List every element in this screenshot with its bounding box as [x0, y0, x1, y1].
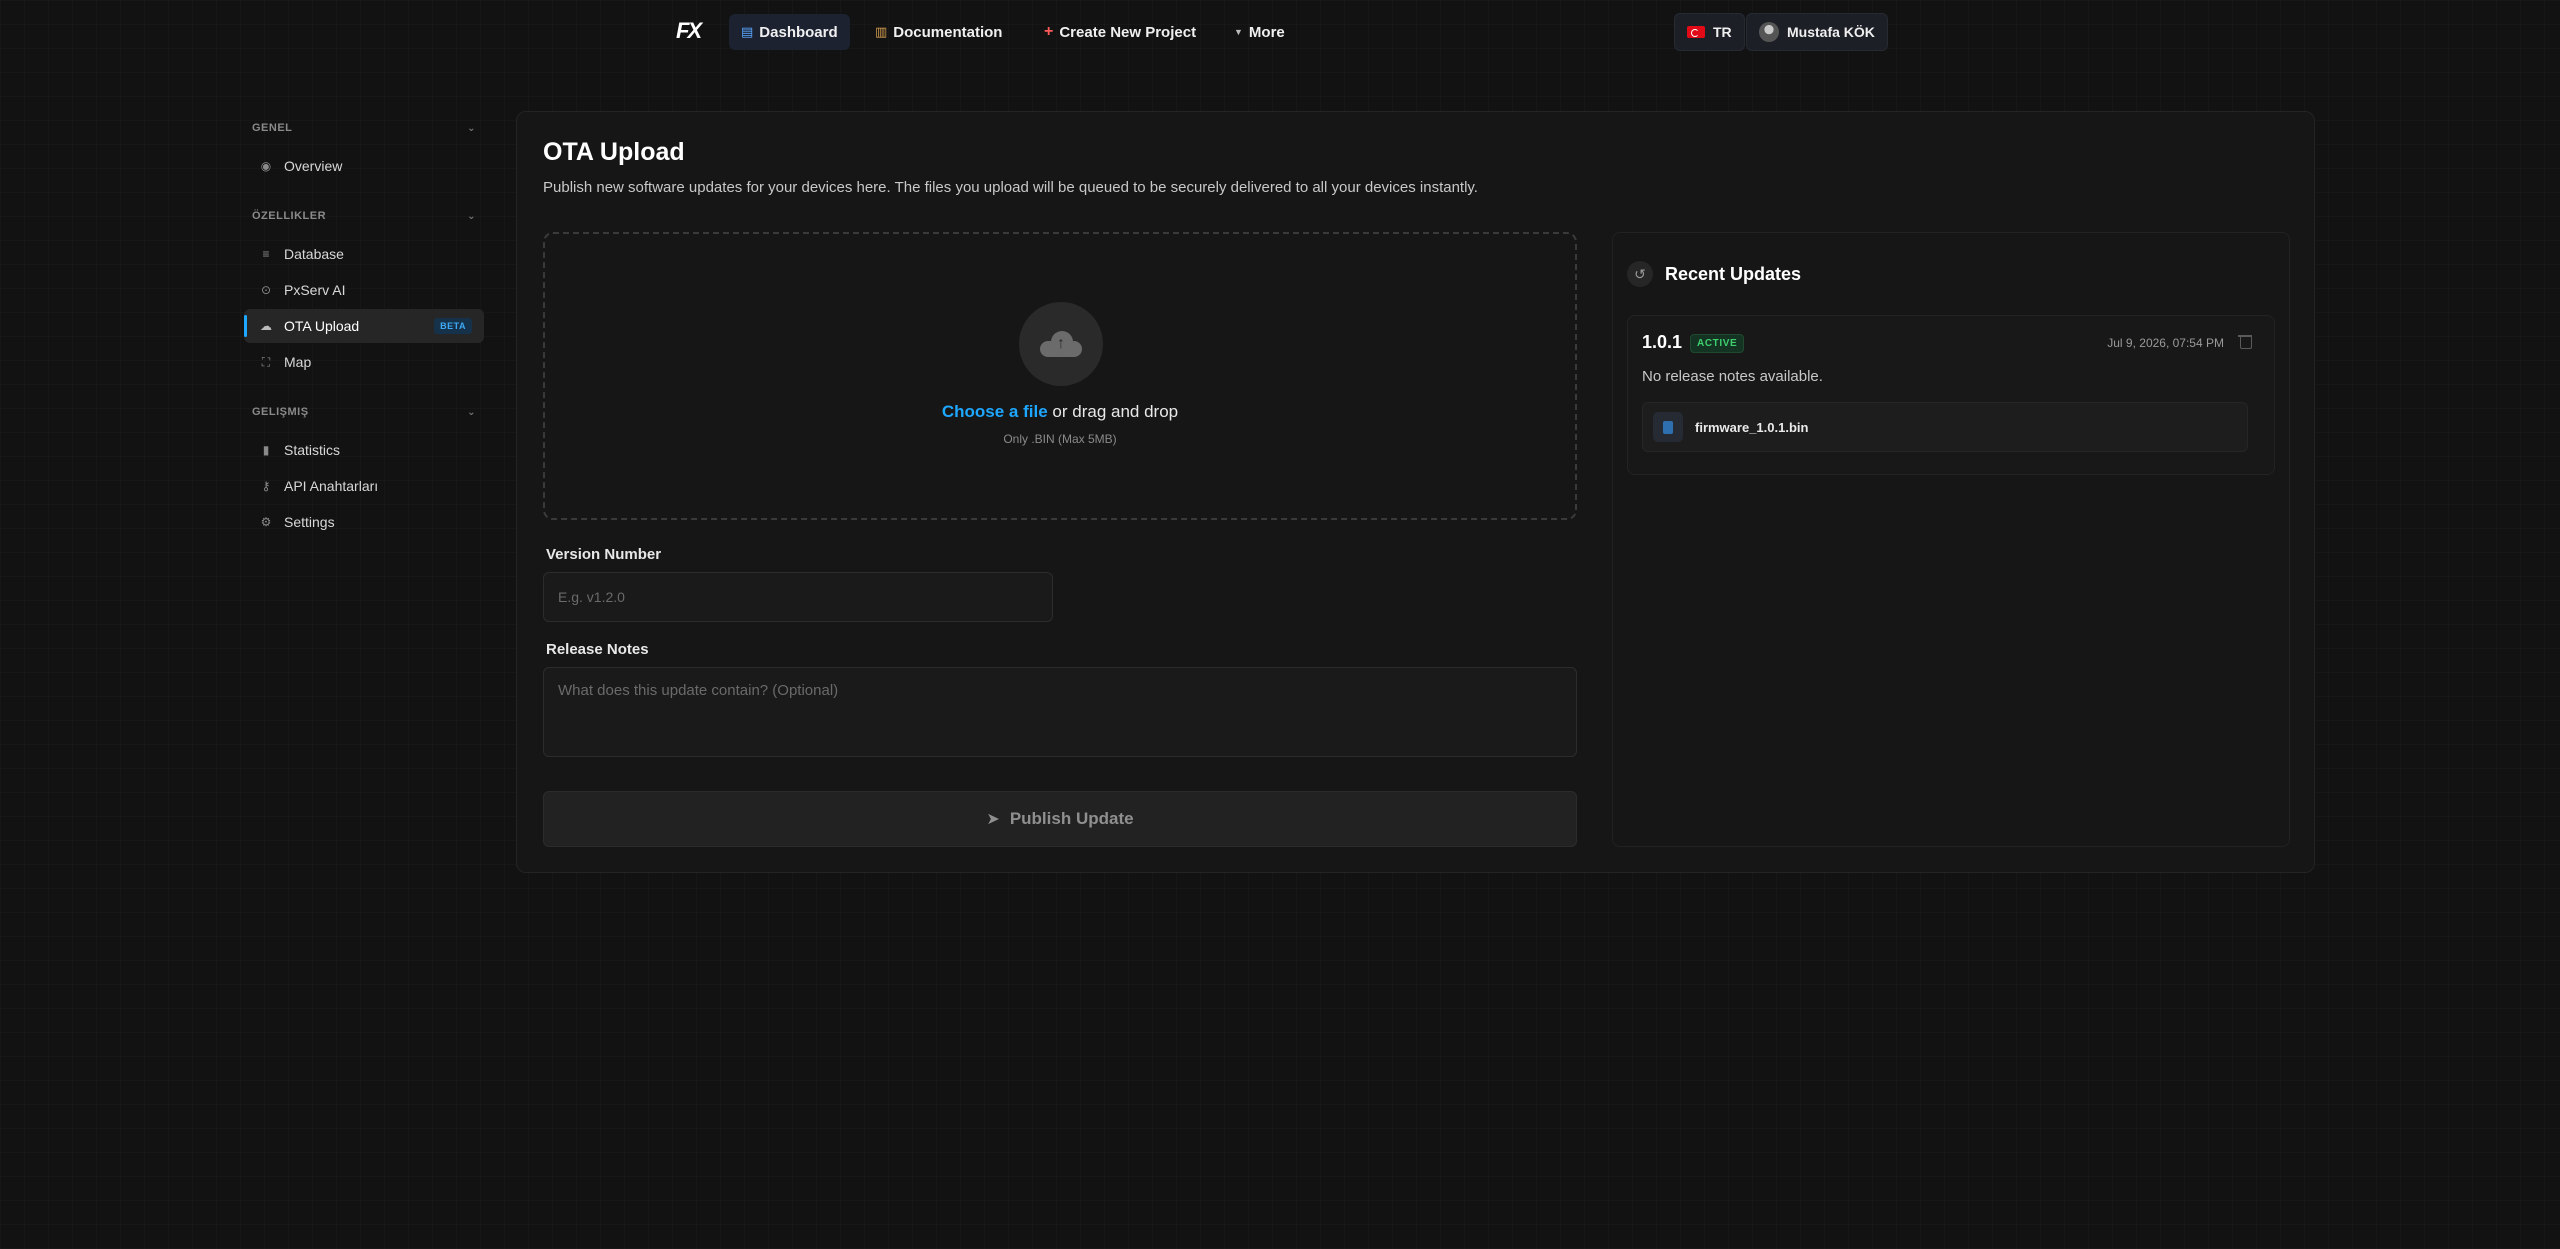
update-date: Jul 9, 2026, 07:54 PM [2107, 336, 2224, 350]
chevron-down-icon: ⌄ [467, 406, 476, 418]
sidebar-item-label: PxServ AI [284, 282, 346, 298]
status-badge: ACTIVE [1690, 334, 1745, 353]
dropzone-prompt: Choose a file or drag and drop [545, 402, 1575, 422]
user-menu-button[interactable]: Mustafa KÖK [1746, 13, 1888, 51]
user-name: Mustafa KÖK [1787, 24, 1875, 40]
update-version: 1.0.1 [1642, 332, 1683, 352]
history-icon: ↺ [1627, 261, 1653, 287]
release-notes-textarea[interactable] [543, 667, 1577, 757]
bar-chart-icon: ▮ [262, 443, 270, 457]
section-title: GELIŞMIŞ [252, 406, 309, 418]
dropzone-hint: Only .BIN (Max 5MB) [1003, 432, 1117, 446]
drag-drop-text: or drag and drop [1047, 402, 1179, 421]
sidebar-item-statistics[interactable]: ▮ Statistics [244, 433, 484, 467]
sidebar-item-label: Map [284, 354, 312, 370]
sidebar-item-label: OTA Upload [284, 318, 360, 334]
gear-icon: ⚙ [260, 515, 272, 529]
turkey-flag-icon [1687, 26, 1705, 38]
chevron-down-icon: ⌄ [467, 210, 476, 222]
nav-create-project[interactable]: + Create New Project [1032, 14, 1208, 50]
nav-dashboard[interactable]: ▤ Dashboard [729, 14, 850, 50]
sidebar-item-label: API Anahtarları [284, 478, 379, 494]
avatar [1759, 22, 1779, 42]
sidebar-section-genel[interactable]: GENEL ⌄ [252, 119, 484, 137]
chevron-down-icon: ▼ [1234, 27, 1243, 37]
sidebar-item-label: Statistics [284, 442, 341, 458]
map-icon: ⛶ [261, 354, 271, 369]
eye-icon: ◉ [260, 159, 272, 173]
nav-documentation[interactable]: ▥ Documentation [863, 14, 1014, 50]
nav-dashboard-label: Dashboard [759, 23, 838, 41]
firmware-file-row[interactable]: firmware_1.0.1.bin [1642, 402, 2248, 452]
beta-badge: BETA [434, 318, 472, 334]
ai-icon: ⊙ [260, 283, 272, 297]
app-logo[interactable]: FX [676, 18, 704, 43]
rocket-icon: ➤ [986, 811, 1000, 828]
language-label: TR [1713, 24, 1732, 40]
update-notes: No release notes available. [1642, 368, 1823, 385]
publish-update-label: Publish Update [1009, 809, 1134, 828]
sidebar-section-ozellikler[interactable]: ÖZELLIKLER ⌄ [252, 207, 484, 225]
file-dropzone[interactable]: ↑ Choose a file or drag and drop Only .B… [543, 232, 1577, 520]
nav-more[interactable]: ▼ More [1222, 14, 1297, 50]
recent-updates-header: ↺ Recent Updates [1627, 261, 1801, 287]
sidebar-item-label: Database [284, 246, 344, 262]
sidebar-section-gelismis[interactable]: GELIŞMIŞ ⌄ [252, 403, 484, 421]
trash-icon[interactable] [2238, 333, 2252, 349]
release-notes-label: Release Notes [546, 641, 649, 658]
recent-updates-panel: ↺ Recent Updates 1.0.1 ACTIVE Jul 9, 202… [1612, 232, 2290, 847]
top-navbar: FX ▤ Dashboard ▥ Documentation + Create … [0, 0, 2560, 64]
upload-circle: ↑ [1019, 302, 1103, 386]
section-title: ÖZELLIKLER [252, 210, 327, 222]
update-card: 1.0.1 ACTIVE Jul 9, 2026, 07:54 PM No re… [1627, 315, 2275, 475]
sidebar-item-ota-upload[interactable]: ☁ OTA Upload BETA [244, 309, 484, 343]
language-button[interactable]: TR [1674, 13, 1745, 51]
sidebar-item-label: Settings [284, 514, 335, 530]
sidebar-item-label: Overview [284, 158, 343, 174]
page-subtitle: Publish new software updates for your de… [543, 179, 1478, 196]
cloud-upload-icon: ↑ [1040, 331, 1082, 357]
sidebar-item-database[interactable]: ≡ Database [244, 237, 484, 271]
database-icon: ≡ [262, 247, 270, 261]
section-title: GENEL [252, 122, 293, 134]
chevron-down-icon: ⌄ [467, 122, 476, 134]
ota-upload-panel: OTA Upload Publish new software updates … [516, 111, 2315, 873]
nav-more-label: More [1248, 23, 1285, 41]
sidebar-item-settings[interactable]: ⚙ Settings [244, 505, 484, 539]
sidebar-item-api-keys[interactable]: ⚷ API Anahtarları [244, 469, 484, 503]
key-icon: ⚷ [261, 479, 271, 493]
version-number-label: Version Number [546, 546, 662, 563]
sidebar-item-pxserv-ai[interactable]: ⊙ PxServ AI [244, 273, 484, 307]
nav-create-project-label: Create New Project [1059, 23, 1197, 41]
page-title: OTA Upload [543, 138, 685, 166]
choose-file-link[interactable]: Choose a file [942, 402, 1048, 421]
books-icon: ▥ [875, 24, 888, 39]
plus-icon: + [1044, 23, 1054, 40]
firmware-file-name: firmware_1.0.1.bin [1695, 419, 1809, 435]
cloud-upload-icon: ☁ [260, 319, 272, 333]
publish-update-button[interactable]: ➤ Publish Update [543, 791, 1577, 847]
sidebar-item-overview[interactable]: ◉ Overview [244, 149, 484, 183]
recent-updates-title: Recent Updates [1665, 263, 1802, 284]
sidebar-item-map[interactable]: ⛶ Map [244, 345, 484, 379]
file-icon [1653, 412, 1683, 442]
nav-documentation-label: Documentation [893, 23, 1003, 41]
version-number-input[interactable] [543, 572, 1053, 622]
dashboard-icon: ▤ [741, 24, 754, 39]
